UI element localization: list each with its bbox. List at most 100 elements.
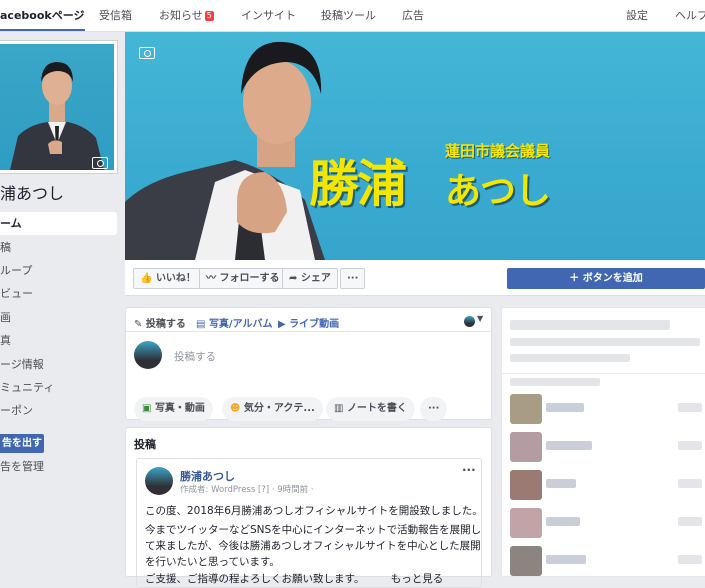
nav-tab-inbox[interactable]: 受信箱	[99, 0, 132, 32]
tab-create-post-label: 投稿する	[145, 319, 186, 330]
post-options-button[interactable]: ···	[462, 463, 476, 477]
add-button-button[interactable]: ＋ ボタンを追加	[507, 268, 705, 289]
video-camera-icon: ▶	[278, 319, 290, 330]
blurred-text	[546, 403, 584, 412]
post-text-line: 今までツイッターなどSNSを中心にインターネットで活動報告を展開し	[145, 524, 482, 536]
posts-heading: 投稿	[134, 438, 156, 451]
page-name: 浦あつし	[0, 184, 65, 203]
blurred-text	[678, 517, 702, 526]
blurred-thumbnail	[510, 432, 542, 462]
pencil-icon: ✎	[134, 319, 146, 330]
nav-tab-publishing-tools[interactable]: 投稿ツール	[321, 0, 376, 32]
cover-name-kana: あつし	[445, 171, 551, 212]
composer-avatar	[134, 341, 162, 369]
chevron-down-icon[interactable]: ▼	[477, 314, 483, 323]
blurred-text	[546, 517, 580, 526]
blurred-text	[678, 403, 702, 412]
nav-tab-notifications-label: お知らせ	[159, 9, 203, 22]
composer-input[interactable]: 投稿する	[174, 349, 216, 364]
post-text-line: この度、2018年6月勝浦あつしオフィシャルサイトを開設致しました。	[145, 505, 483, 517]
post-text-line: ご支援、ご指導の程よろしくお願い致します。 もっと見る	[145, 573, 444, 585]
note-icon: ▥	[334, 403, 347, 414]
divider	[502, 373, 705, 374]
sidebar-item-groups[interactable]: ループ	[0, 259, 117, 282]
nav-tab-insights[interactable]: インサイト	[241, 0, 296, 32]
blurred-thumbnail	[510, 508, 542, 538]
photo-icon: ▣	[142, 403, 155, 414]
post-author-avatar[interactable]	[145, 467, 173, 495]
camera-icon[interactable]	[92, 157, 108, 169]
follow-button-label: フォローする	[219, 273, 280, 284]
cover-photo[interactable]: 蓮田市議会議員 勝浦 あつし	[125, 32, 705, 260]
blurred-text	[546, 441, 592, 450]
option-feeling-activity[interactable]: ☻ 気分・アクテ...	[222, 397, 323, 421]
share-button-label: シェア	[300, 273, 331, 284]
post-item: 勝浦あつし 作成者: WordPress [?] · 9時間前 · ··· この…	[136, 458, 483, 588]
cover-position-title: 蓮田市議会議員	[445, 142, 551, 160]
sidebar-item-home[interactable]: ーム	[0, 212, 117, 235]
profile-picture[interactable]	[0, 40, 118, 174]
option-feeling-activity-label: 気分・アクテ...	[243, 403, 315, 414]
tab-photo-album[interactable]: ▤ 写真/アルバム	[196, 315, 273, 330]
sidebar-item-photos[interactable]: 真	[0, 329, 117, 352]
blurred-text	[546, 479, 576, 488]
share-arrow-icon: ➦	[289, 273, 301, 284]
notification-count-badge: 5	[204, 11, 214, 21]
blurred-text	[678, 555, 702, 564]
posts-section: 投稿 勝浦あつし 作成者: WordPress [?] · 9時間前 · ···…	[125, 427, 492, 588]
blurred-thumbnail	[510, 394, 542, 424]
tab-create-post[interactable]: ✎ 投稿する	[134, 315, 186, 330]
blurred-thumbnail	[510, 470, 542, 500]
nav-tab-facebook-page[interactable]: acebookページ	[0, 0, 85, 31]
sidebar-item-coupons[interactable]: ーポン	[0, 399, 117, 422]
sidebar-item-manage-ads[interactable]: 告を管理	[0, 455, 117, 478]
sidebar-item-videos[interactable]: 画	[0, 306, 117, 329]
like-button[interactable]: 👍 いいね！	[133, 268, 203, 289]
option-write-note[interactable]: ▥ ノートを書く	[326, 397, 415, 421]
blurred-text	[678, 479, 702, 488]
cover-portrait	[125, 41, 325, 260]
profile-photo	[0, 44, 114, 170]
post-meta: 作成者: WordPress [?] · 9時間前 ·	[180, 485, 314, 495]
blurred-text	[510, 354, 630, 362]
cover-name: 勝浦	[309, 155, 407, 213]
tab-live-video-label: ライブ動画	[289, 319, 340, 330]
album-icon: ▤	[196, 319, 209, 330]
sidebar-item-reviews[interactable]: ビュー	[0, 282, 117, 305]
option-photo-video-label: 写真・動画	[154, 403, 205, 414]
top-navigation-bar: acebookページ 受信箱 お知らせ 5 インサイト 投稿ツール 広告 設定 ヘ…	[0, 0, 705, 32]
blurred-text	[510, 378, 600, 386]
create-ad-button[interactable]: 告を出す	[0, 434, 44, 453]
option-photo-video[interactable]: ▣ 写真・動画	[134, 397, 213, 421]
thumbs-up-icon: 👍	[140, 273, 156, 284]
option-write-note-label: ノートを書く	[346, 403, 407, 414]
nav-tab-notifications[interactable]: お知らせ 5	[159, 0, 214, 32]
right-column-blurred	[501, 307, 705, 577]
page-action-bar: 👍 いいね！ 〰 フォローする ➦ シェア ··· ＋ ボタンを追加	[125, 260, 705, 296]
tab-photo-album-label: 写真/アルバム	[208, 319, 273, 330]
blurred-text	[678, 441, 702, 450]
posting-as-avatar[interactable]	[464, 316, 475, 327]
blurred-text	[510, 338, 700, 346]
post-text-line: て来ましたが、今後は勝浦あつしオフィシャルサイトを中心とした展開	[145, 540, 481, 552]
like-button-label: いいね！	[155, 273, 196, 284]
sidebar-item-community[interactable]: ミュニティ	[0, 376, 117, 399]
nav-tab-help[interactable]: ヘルプ	[675, 0, 705, 32]
sidebar-item-page-info[interactable]: ージ情報	[0, 353, 117, 376]
sidebar-item-posts[interactable]: 稿	[0, 236, 117, 259]
nav-tab-settings[interactable]: 設定	[626, 0, 648, 32]
more-actions-button[interactable]: ···	[340, 268, 366, 289]
tab-live-video[interactable]: ▶ ライブ動画	[278, 315, 339, 330]
post-composer: ✎ 投稿する ▤ 写真/アルバム ▶ ライブ動画 ▼ 投稿する ▣ 写真・動画 …	[125, 307, 492, 421]
nav-tab-ads[interactable]: 広告	[402, 0, 424, 32]
blurred-thumbnail	[510, 546, 542, 576]
option-more[interactable]: ···	[420, 397, 448, 421]
rss-icon: 〰	[206, 273, 220, 284]
camera-icon[interactable]	[139, 47, 155, 59]
post-author-name[interactable]: 勝浦あつし	[180, 468, 235, 484]
blurred-text	[546, 555, 586, 564]
smiley-icon: ☻	[230, 403, 244, 414]
share-button[interactable]: ➦ シェア	[282, 268, 338, 289]
post-text-line: を行いたいと思っています。	[145, 556, 280, 568]
follow-button[interactable]: 〰 フォローする	[199, 268, 287, 289]
